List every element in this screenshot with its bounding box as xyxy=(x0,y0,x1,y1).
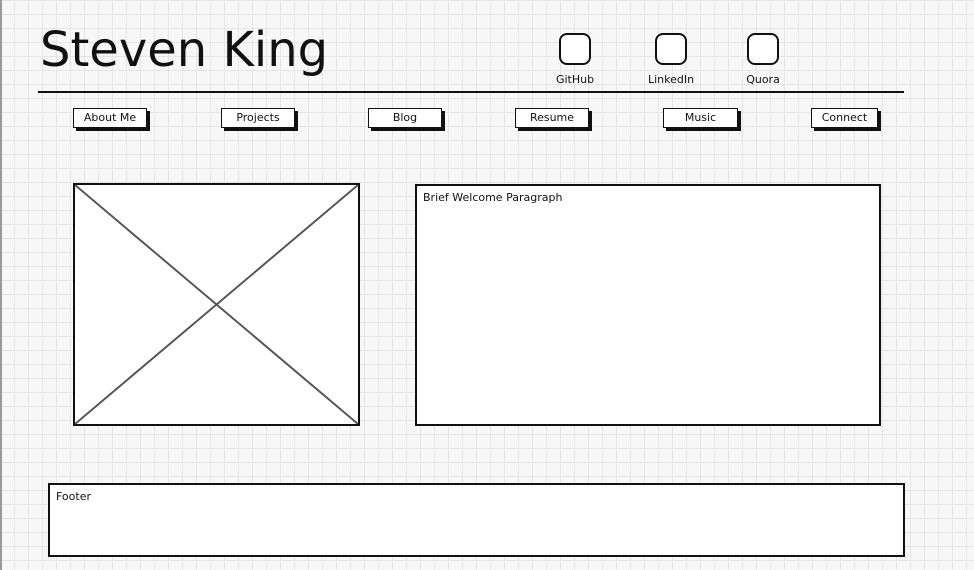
github-link[interactable]: GitHub xyxy=(540,33,610,87)
github-icon[interactable] xyxy=(559,33,591,65)
linkedin-label: LinkedIn xyxy=(647,73,695,86)
nav-blog-button[interactable]: Blog xyxy=(368,108,442,128)
quora-icon[interactable] xyxy=(747,33,779,65)
footer: Footer xyxy=(48,483,905,557)
page-title: Steven King xyxy=(40,22,329,78)
nav-projects-button[interactable]: Projects xyxy=(221,108,295,128)
quora-link[interactable]: Quora xyxy=(728,33,798,87)
linkedin-link[interactable]: LinkedIn xyxy=(636,33,706,87)
header-divider xyxy=(38,91,904,93)
quora-label: Quora xyxy=(746,73,780,86)
image-placeholder-icon xyxy=(75,185,358,424)
image-placeholder xyxy=(73,183,360,426)
footer-text: Footer xyxy=(56,490,91,503)
nav-connect-button[interactable]: Connect xyxy=(811,108,878,128)
welcome-paragraph-text: Brief Welcome Paragraph xyxy=(423,191,563,204)
nav-resume-button[interactable]: Resume xyxy=(515,108,589,128)
linkedin-icon[interactable] xyxy=(655,33,687,65)
canvas-edge xyxy=(0,0,2,570)
nav-music-button[interactable]: Music xyxy=(663,108,738,128)
github-label: GitHub xyxy=(555,73,595,86)
welcome-paragraph-box: Brief Welcome Paragraph xyxy=(415,184,881,426)
nav-about-me-button[interactable]: About Me xyxy=(73,108,147,128)
